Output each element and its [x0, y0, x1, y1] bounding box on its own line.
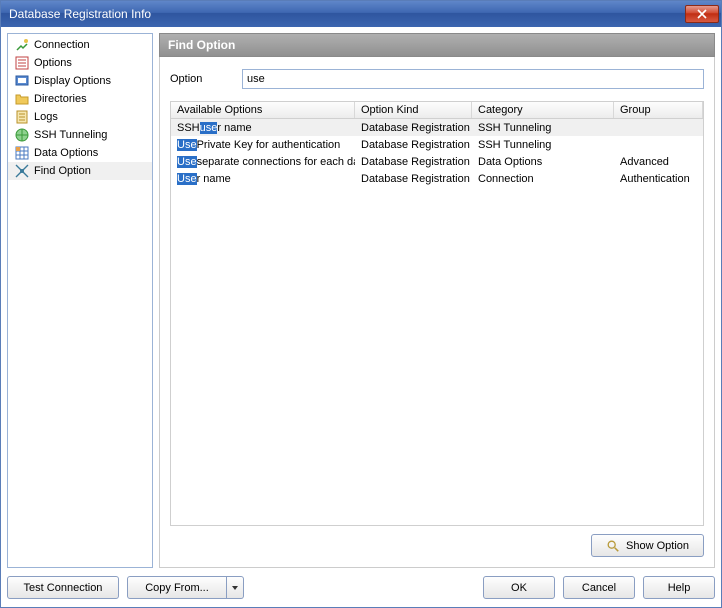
cell-available-option: User name: [171, 170, 355, 187]
sidebar-item-logs[interactable]: Logs: [8, 108, 152, 126]
sidebar-item-data-options[interactable]: Data Options: [8, 144, 152, 162]
magnifier-icon: [606, 539, 620, 553]
table-row[interactable]: Use Private Key for authenticationDataba…: [171, 136, 703, 153]
content-area: Connection Options Display Options Direc…: [1, 27, 721, 568]
sidebar-item-label: Data Options: [34, 147, 98, 159]
network-icon: [14, 127, 30, 143]
right-pane: Find Option Option Available Options Opt…: [159, 33, 715, 568]
sidebar[interactable]: Connection Options Display Options Direc…: [7, 33, 153, 568]
column-header-kind[interactable]: Option Kind: [355, 102, 472, 118]
sidebar-item-label: Display Options: [34, 75, 111, 87]
column-header-available[interactable]: Available Options: [171, 102, 355, 118]
titlebar[interactable]: Database Registration Info: [1, 1, 721, 27]
sidebar-item-label: Options: [34, 57, 72, 69]
sidebar-item-label: Connection: [34, 39, 90, 51]
close-button[interactable]: [685, 5, 719, 23]
checklist-icon: [14, 55, 30, 71]
cell-available-option: Use Private Key for authentication: [171, 136, 355, 153]
cell-category: SSH Tunneling: [472, 136, 614, 153]
highlighted-match: Use: [177, 139, 197, 151]
show-option-label: Show Option: [626, 540, 689, 552]
dialog-window: Database Registration Info Connection Op…: [0, 0, 722, 608]
grid-icon: [14, 145, 30, 161]
sidebar-item-options[interactable]: Options: [8, 54, 152, 72]
display-icon: [14, 73, 30, 89]
sidebar-item-ssh-tunneling[interactable]: SSH Tunneling: [8, 126, 152, 144]
option-label: Option: [170, 73, 230, 85]
find-icon: [14, 163, 30, 179]
sidebar-item-label: SSH Tunneling: [34, 129, 107, 141]
table-row[interactable]: User nameDatabase Registration InfoConne…: [171, 170, 703, 187]
options-table: Available Options Option Kind Category G…: [170, 101, 704, 526]
help-label: Help: [668, 582, 691, 594]
ok-button[interactable]: OK: [483, 576, 555, 599]
cell-available-option: SSH user name: [171, 119, 355, 136]
column-header-group[interactable]: Group: [614, 102, 703, 118]
highlighted-match: Use: [177, 156, 197, 168]
cell-option-kind: Database Registration Info: [355, 170, 472, 187]
copy-from-label: Copy From...: [145, 582, 209, 594]
close-icon: [697, 9, 707, 19]
cell-category: Data Options: [472, 153, 614, 170]
option-input[interactable]: [242, 69, 704, 89]
panel-title: Find Option: [159, 33, 715, 57]
window-title: Database Registration Info: [9, 7, 685, 21]
cell-option-kind: Database Registration Info: [355, 136, 472, 153]
panel-body: Option Available Options Option Kind Cat…: [159, 57, 715, 568]
table-body[interactable]: SSH user nameDatabase Registration InfoS…: [171, 119, 703, 525]
footer: Test Connection Copy From... OK Cancel H…: [1, 568, 721, 607]
copy-from-split-button: Copy From...: [127, 576, 244, 599]
cell-group: [614, 119, 703, 136]
cell-available-option: Use separate connections for each data v…: [171, 153, 355, 170]
column-header-category[interactable]: Category: [472, 102, 614, 118]
cell-category: SSH Tunneling: [472, 119, 614, 136]
cancel-button[interactable]: Cancel: [563, 576, 635, 599]
chevron-down-icon: [231, 584, 239, 592]
cell-option-kind: Database Registration Info: [355, 119, 472, 136]
cell-group: [614, 136, 703, 153]
folder-icon: [14, 91, 30, 107]
cancel-label: Cancel: [582, 582, 616, 594]
table-header-row: Available Options Option Kind Category G…: [171, 102, 703, 119]
cell-option-kind: Database Registration Info: [355, 153, 472, 170]
show-option-button[interactable]: Show Option: [591, 534, 704, 557]
cell-group: Advanced: [614, 153, 703, 170]
sidebar-item-display-options[interactable]: Display Options: [8, 72, 152, 90]
test-connection-label: Test Connection: [24, 582, 103, 594]
plug-icon: [14, 37, 30, 53]
table-row[interactable]: SSH user nameDatabase Registration InfoS…: [171, 119, 703, 136]
sidebar-item-label: Directories: [34, 93, 87, 105]
table-row[interactable]: Use separate connections for each data v…: [171, 153, 703, 170]
sidebar-item-connection[interactable]: Connection: [8, 36, 152, 54]
help-button[interactable]: Help: [643, 576, 715, 599]
sidebar-item-find-option[interactable]: Find Option: [8, 162, 152, 180]
sidebar-item-label: Find Option: [34, 165, 91, 177]
test-connection-button[interactable]: Test Connection: [7, 576, 119, 599]
option-filter-row: Option: [170, 69, 704, 89]
sidebar-item-directories[interactable]: Directories: [8, 90, 152, 108]
cell-group: Authentication: [614, 170, 703, 187]
panel-button-row: Show Option: [170, 526, 704, 557]
copy-from-dropdown-button[interactable]: [227, 576, 244, 599]
logs-icon: [14, 109, 30, 125]
sidebar-item-label: Logs: [34, 111, 58, 123]
highlighted-match: use: [200, 122, 218, 134]
highlighted-match: Use: [177, 173, 197, 185]
copy-from-button[interactable]: Copy From...: [127, 576, 227, 599]
cell-category: Connection: [472, 170, 614, 187]
ok-label: OK: [511, 582, 527, 594]
